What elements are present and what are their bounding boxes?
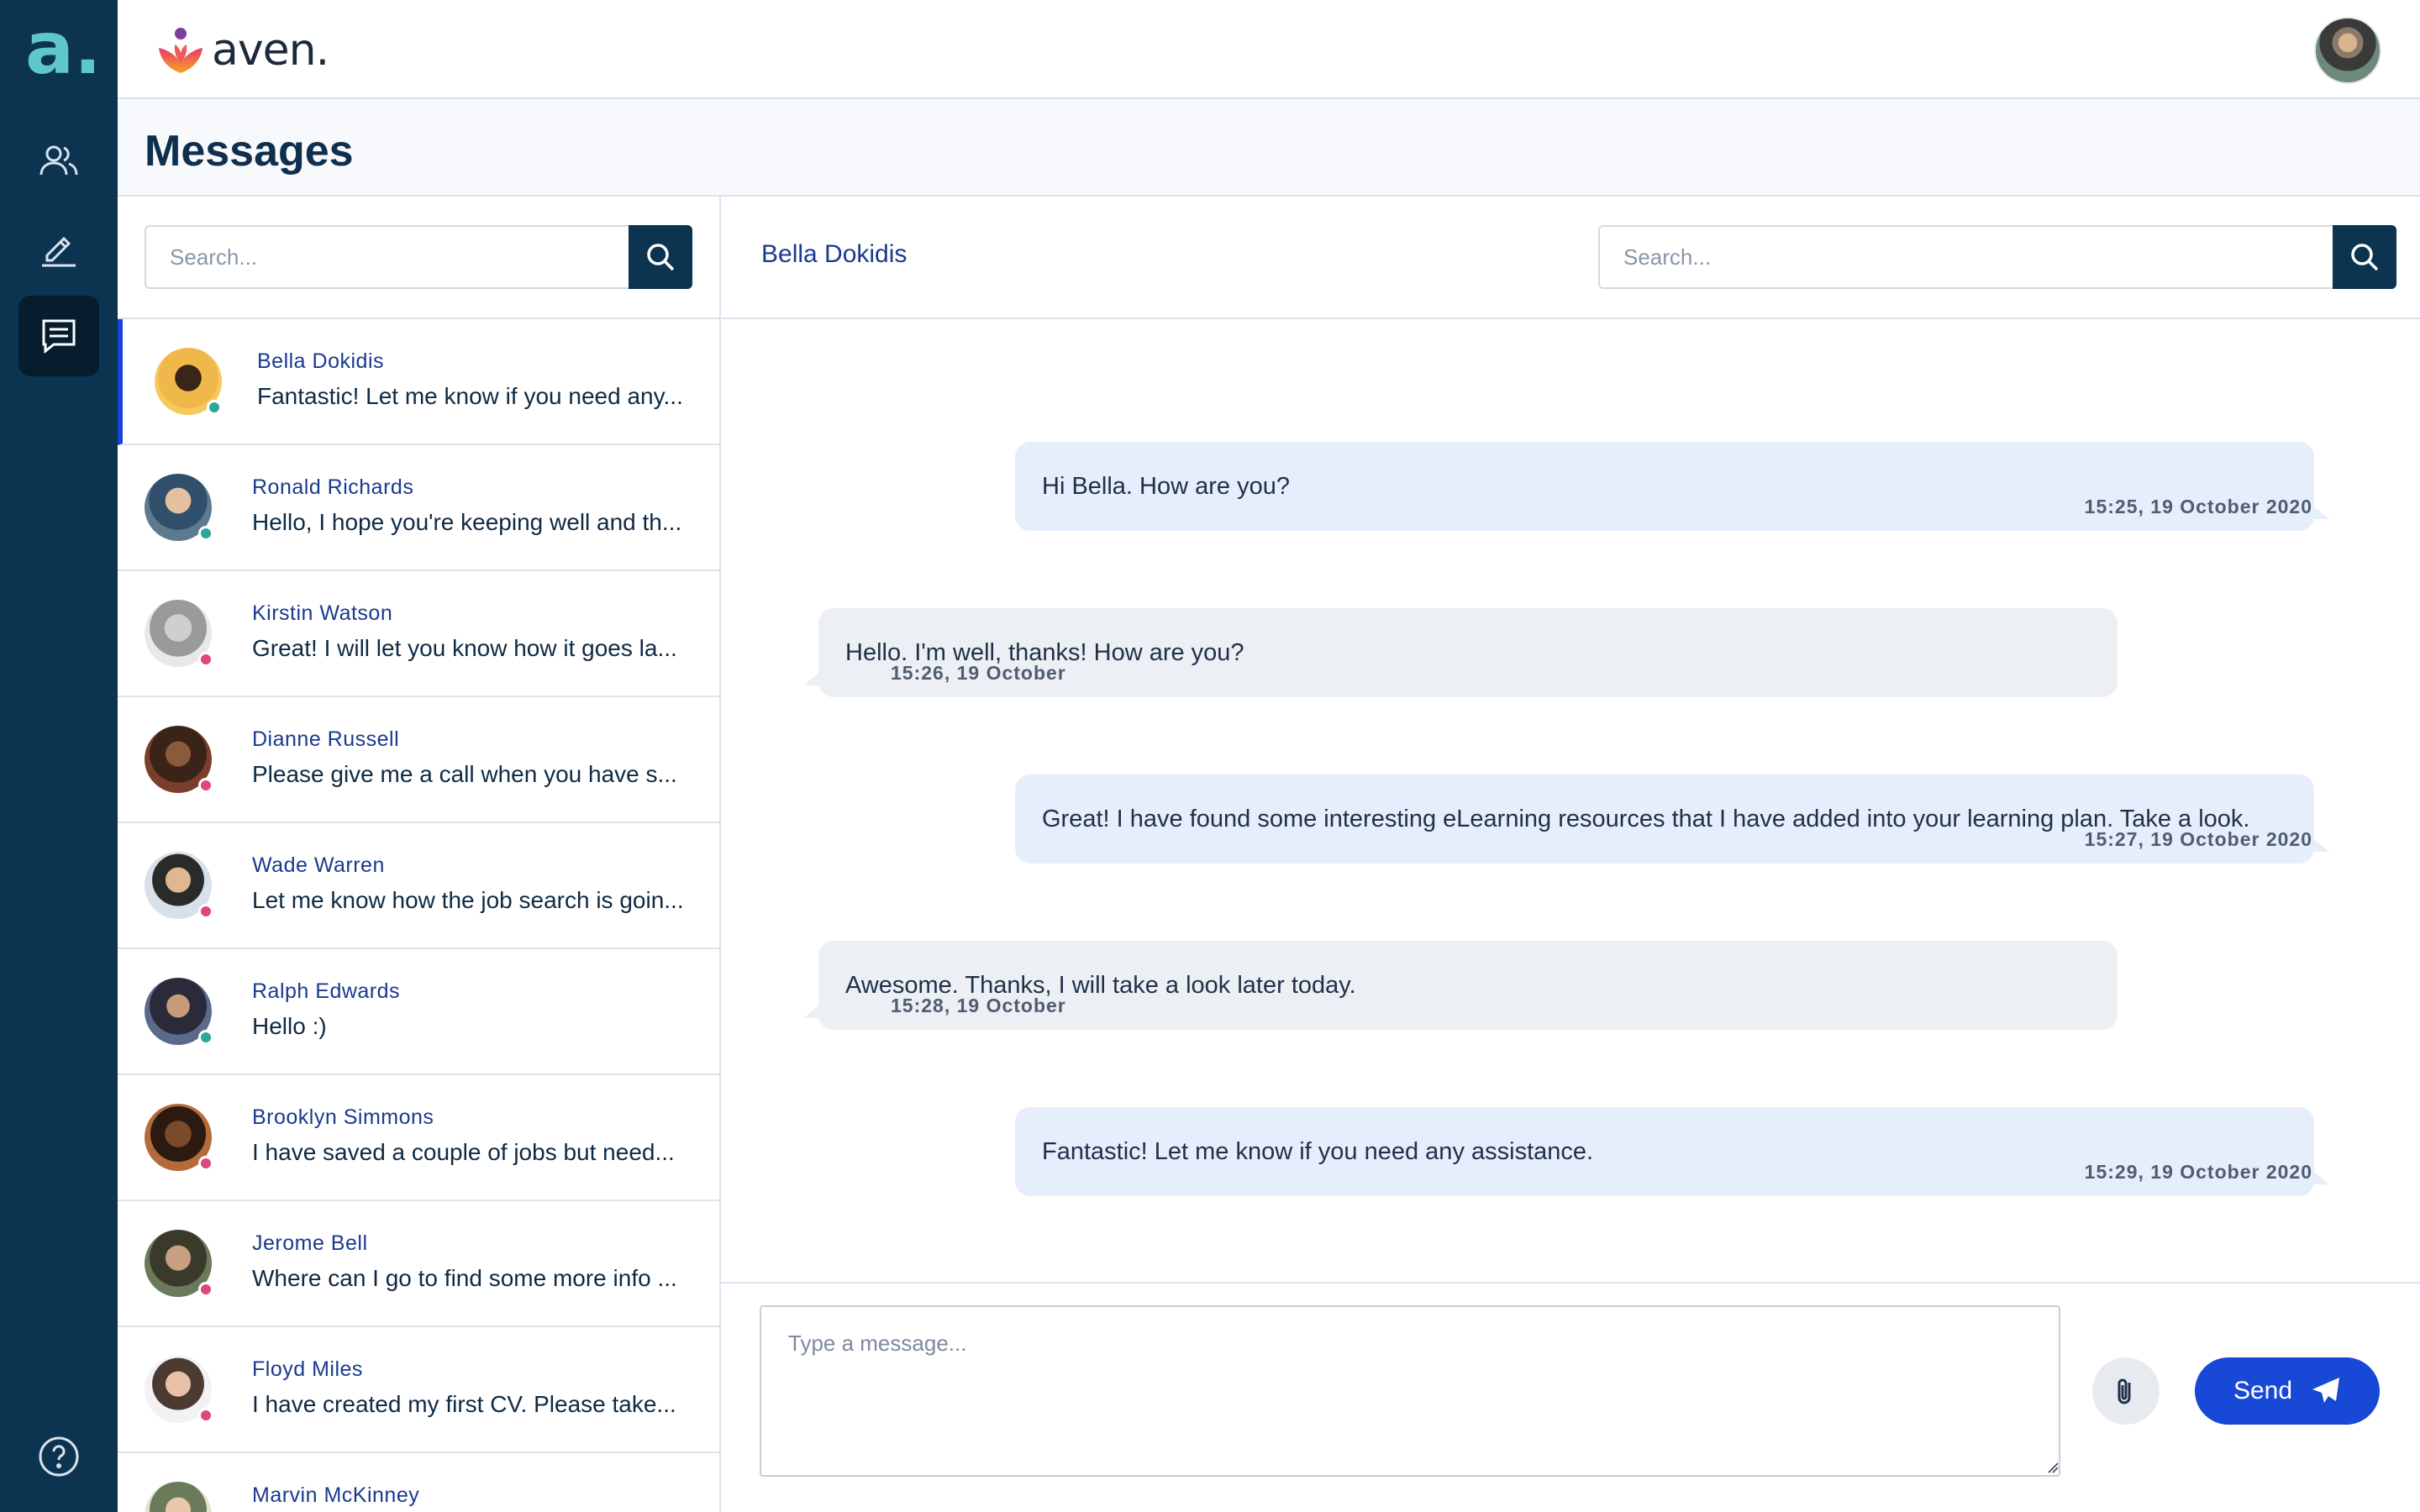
contacts-search-button[interactable] <box>629 225 692 289</box>
chat-panel: Bella Dokidis Hi Bella. How are you? 15:… <box>721 197 2420 1512</box>
status-indicator <box>198 1408 213 1423</box>
paperclip-icon <box>2118 1378 2131 1404</box>
contact-item[interactable]: Marvin McKinney <box>118 1453 719 1512</box>
resize-handle-icon[interactable] <box>2047 1462 2059 1473</box>
search-icon <box>647 244 675 271</box>
contact-name: Floyd Miles <box>252 1357 363 1381</box>
contact-item[interactable]: Floyd Miles I have created my first CV. P… <box>118 1327 719 1453</box>
contact-item[interactable]: Brooklyn Simmons I have saved a couple of… <box>118 1075 719 1201</box>
message-timestamp: 15:27, 19 October 2020 <box>2084 828 2312 850</box>
contact-name: Ralph Edwards <box>252 979 401 1003</box>
contact-preview: Hello :) <box>252 1013 327 1039</box>
chat-contact-name: Bella Dokidis <box>761 240 908 268</box>
app-logo[interactable]: a. <box>25 13 102 85</box>
status-indicator <box>198 526 213 541</box>
contact-preview: Fantastic! Let me know if you need any..… <box>257 383 683 409</box>
rail-item-help[interactable] <box>18 1416 99 1497</box>
people-icon <box>39 145 78 176</box>
message-input[interactable] <box>760 1305 2060 1477</box>
contact-item[interactable]: Dianne Russell Please give me a call when… <box>118 697 719 823</box>
status-indicator <box>198 778 213 793</box>
rail-item-signature[interactable] <box>18 208 99 289</box>
contact-name: Jerome Bell <box>252 1231 368 1255</box>
contact-name: Bella Dokidis <box>257 349 385 373</box>
top-bar: aven. <box>118 0 2420 99</box>
contact-preview: Let me know how the job search is goin..… <box>252 887 684 913</box>
status-indicator <box>198 1156 213 1171</box>
contact-item[interactable]: Kirstin Watson Great! I will let you know… <box>118 571 719 697</box>
contact-avatar <box>145 1482 212 1512</box>
side-rail: a. <box>0 0 118 1512</box>
contact-item[interactable]: Wade Warren Let me know how the job searc… <box>118 823 719 949</box>
message-timestamp: 15:25, 19 October 2020 <box>2084 496 2312 517</box>
contact-name: Kirstin Watson <box>252 601 393 625</box>
contact-name: Wade Warren <box>252 853 385 877</box>
pen-signature-icon <box>42 236 76 267</box>
contact-preview: I have saved a couple of jobs but need..… <box>252 1139 675 1165</box>
chat-search-button[interactable] <box>2333 225 2396 289</box>
help-circle-icon <box>39 1436 79 1477</box>
send-label: Send <box>2233 1377 2293 1404</box>
contact-name: Brooklyn Simmons <box>252 1105 434 1129</box>
rail-item-people[interactable] <box>18 121 99 202</box>
message-composer: Send <box>721 1282 2420 1512</box>
message-timestamp: 15:26, 19 October <box>891 662 1066 684</box>
status-indicator <box>198 904 213 919</box>
search-icon <box>2351 244 2379 271</box>
contact-preview: Great! I will let you know how it goes l… <box>252 635 677 661</box>
user-avatar[interactable] <box>2314 17 2381 84</box>
chat-icon <box>42 319 76 354</box>
message-thread: Hi Bella. How are you? 15:25, 19 October… <box>721 319 2420 1282</box>
chat-header: Bella Dokidis <box>721 197 2420 319</box>
contact-preview: Hello, I hope you're keeping well and th… <box>252 509 682 535</box>
brand-name: aven. <box>212 25 329 76</box>
contact-item[interactable]: Ralph Edwards Hello :) <box>118 949 719 1075</box>
contact-name: Marvin McKinney <box>252 1483 420 1507</box>
chat-search <box>1598 225 2396 289</box>
contact-preview: I have created my first CV. Please take.… <box>252 1391 676 1417</box>
lotus-logo-icon <box>159 28 203 73</box>
message-timestamp: 15:29, 19 October 2020 <box>2084 1161 2312 1183</box>
page-header: Messages <box>118 99 2420 197</box>
attach-button[interactable] <box>2092 1357 2160 1425</box>
contacts-search-input[interactable] <box>145 225 629 289</box>
send-button[interactable]: Send <box>2195 1357 2380 1425</box>
contact-preview: Please give me a call when you have s... <box>252 761 677 787</box>
page-title: Messages <box>145 127 354 176</box>
contacts-search <box>145 225 692 289</box>
status-indicator <box>207 400 222 415</box>
contact-item[interactable]: Bella Dokidis Fantastic! Let me know if y… <box>118 319 719 445</box>
rail-item-messages[interactable] <box>18 296 99 376</box>
contact-name: Ronald Richards <box>252 475 414 499</box>
brand-logo[interactable]: aven. <box>155 25 329 76</box>
paper-plane-icon <box>2312 1378 2340 1403</box>
contact-name: Dianne Russell <box>252 727 400 751</box>
contacts-panel: Bella Dokidis Fantastic! Let me know if y… <box>118 197 721 1512</box>
contact-preview: Where can I go to find some more info ..… <box>252 1265 677 1291</box>
contact-item[interactable]: Ronald Richards Hello, I hope you're keep… <box>118 445 719 571</box>
message-timestamp: 15:28, 19 October <box>891 995 1066 1016</box>
status-indicator <box>198 652 213 667</box>
contact-item[interactable]: Jerome Bell Where can I go to find some m… <box>118 1201 719 1327</box>
status-indicator <box>198 1030 213 1045</box>
chat-search-input[interactable] <box>1598 225 2333 289</box>
contact-list: Bella Dokidis Fantastic! Let me know if y… <box>118 318 719 1512</box>
status-indicator <box>198 1282 213 1297</box>
